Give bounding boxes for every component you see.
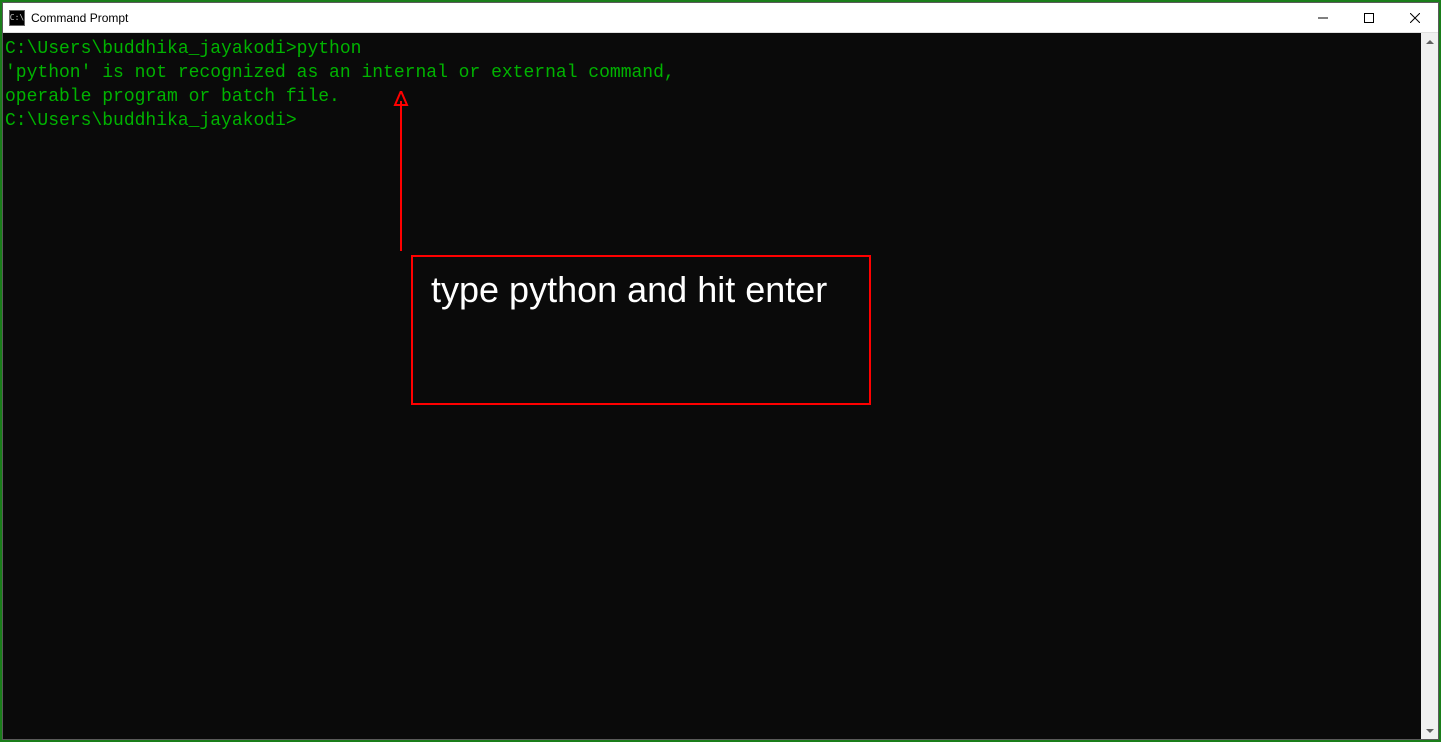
chevron-down-icon xyxy=(1426,729,1434,733)
terminal-line: C:\Users\buddhika_jayakodi> xyxy=(5,109,1419,133)
window-title: Command Prompt xyxy=(31,11,1300,25)
window-controls xyxy=(1300,3,1438,32)
annotation-callout: type python and hit enter xyxy=(411,255,871,405)
annotation-text: type python and hit enter xyxy=(431,267,851,314)
maximize-button[interactable] xyxy=(1346,3,1392,32)
terminal[interactable]: C:\Users\buddhika_jayakodi>python 'pytho… xyxy=(3,33,1421,739)
terminal-line: operable program or batch file. xyxy=(5,85,1419,109)
terminal-line: 'python' is not recognized as an interna… xyxy=(5,61,1419,85)
terminal-line: C:\Users\buddhika_jayakodi>python xyxy=(5,37,1419,61)
command-prompt-icon: C:\ xyxy=(9,10,25,26)
titlebar[interactable]: C:\ Command Prompt xyxy=(3,3,1438,33)
minimize-icon xyxy=(1318,13,1328,23)
close-button[interactable] xyxy=(1392,3,1438,32)
terminal-area: C:\Users\buddhika_jayakodi>python 'pytho… xyxy=(3,33,1438,739)
chevron-up-icon xyxy=(1426,40,1434,44)
close-icon xyxy=(1410,13,1420,23)
scrollbar-track[interactable] xyxy=(1421,50,1438,722)
vertical-scrollbar[interactable] xyxy=(1421,33,1438,739)
maximize-icon xyxy=(1364,13,1374,23)
command-prompt-window: C:\ Command Prompt xyxy=(2,2,1439,740)
minimize-button[interactable] xyxy=(1300,3,1346,32)
scrollbar-down-button[interactable] xyxy=(1421,722,1438,739)
scrollbar-up-button[interactable] xyxy=(1421,33,1438,50)
